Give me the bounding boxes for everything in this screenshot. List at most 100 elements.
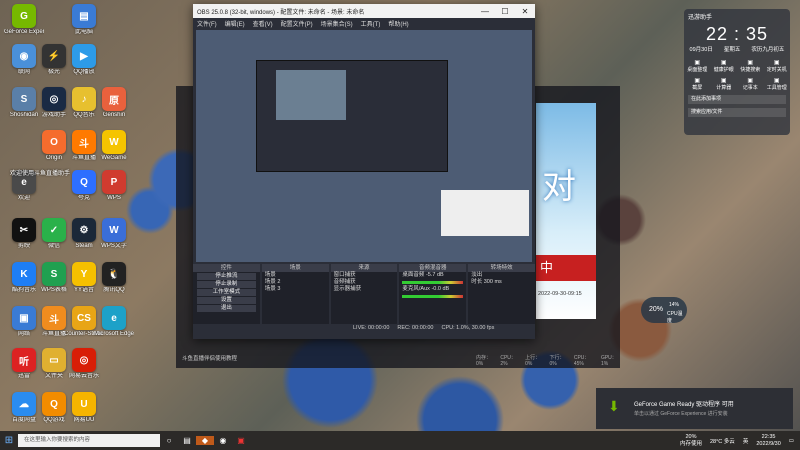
scene-item[interactable]: 场景 — [262, 272, 329, 279]
close-icon[interactable]: ✕ — [515, 7, 535, 16]
source-item[interactable]: 窗口捕获 — [331, 272, 398, 279]
desktop-icon-label: 此电脑 — [74, 29, 93, 35]
source-item[interactable]: 显示器捕获 — [331, 286, 398, 293]
controls-dock: 控件 停止推流 停止录制 工作室模式 设置 退出 — [193, 264, 260, 324]
transitions-dock: 转场特效 淡出 时长 300 ms — [468, 264, 535, 324]
maximize-icon[interactable]: ☐ — [495, 7, 515, 16]
app-icon: 斗 — [72, 130, 96, 154]
widget-app[interactable]: 桌面整理 — [684, 59, 711, 73]
widget-apps: 桌面整理健康护眼快捷搜索定时关机截屏计算器记事本工具管理 — [684, 59, 790, 91]
tray-lang[interactable]: 英 — [743, 437, 749, 445]
desktop-icon-label: GeForce Experience — [4, 29, 44, 35]
desktop-icon[interactable]: P WPS — [94, 170, 134, 202]
mixer-track[interactable]: 麦克风/Aux -0.0 dB — [399, 286, 466, 293]
obs-statusbar: LIVE: 00:00:00 REC: 00:00:00 CPU: 1.0%, … — [193, 325, 535, 335]
desktop-icon[interactable]: ▶ QQ播放 — [64, 44, 104, 76]
obs-titlebar[interactable]: OBS 25.0.8 (32-bit, windows) - 配置文件: 未命名… — [193, 4, 535, 18]
app-icon: ✂ — [12, 218, 36, 242]
desktop-icon[interactable]: 原 Genshin — [94, 87, 134, 119]
nested-notification — [441, 190, 529, 236]
app-icon: CS — [72, 306, 96, 330]
taskbar-search[interactable]: 在这里输入你要搜索的内容 — [18, 434, 160, 447]
status-rec: REC: 00:00:00 — [397, 325, 434, 331]
widget-app[interactable]: 计算器 — [711, 77, 738, 91]
obs-preview[interactable] — [196, 30, 532, 262]
app-icon: ◉ — [12, 44, 36, 68]
menu-item[interactable]: 帮助(H) — [388, 19, 408, 28]
control-button[interactable]: 工作室模式 — [197, 289, 256, 296]
app-icon: G — [12, 4, 36, 28]
download-icon: ⬇ — [608, 398, 620, 414]
tray-clock[interactable]: 22:35 2022/9/30 — [756, 434, 780, 448]
desktop-icon[interactable]: 🐧 腾讯QQ — [94, 262, 134, 294]
menu-item[interactable]: 场景集合(S) — [321, 19, 353, 28]
control-button[interactable]: 停止推流 — [197, 273, 256, 280]
scene-item[interactable]: 场景 3 — [262, 286, 329, 293]
desktop-icon[interactable]: GGeForce Experience — [4, 4, 44, 36]
desktop-icon-label: WeGame — [101, 155, 127, 161]
cpu-gauge[interactable]: 20% 14% CPU温度 — [641, 297, 687, 324]
tray-cpu: 20% 内存使用 — [679, 433, 702, 447]
widget-app[interactable]: 健康护眼 — [711, 59, 738, 73]
menu-item[interactable]: 工具(T) — [361, 19, 381, 28]
transition-duration[interactable]: 时长 300 ms — [468, 279, 535, 286]
footer-left: 斗鱼直播伴侣使用教程 — [182, 356, 238, 362]
windows-start-icon[interactable]: ⊞ — [0, 435, 18, 446]
app-icon: ⚡ — [42, 44, 66, 68]
track-db: -5.7 dB — [425, 272, 444, 278]
widget-note[interactable]: 在此添加事项 — [688, 95, 786, 104]
menu-item[interactable]: 文件(F) — [197, 19, 217, 28]
desktop-icon[interactable]: ◎ 网易云音乐 — [64, 348, 104, 380]
app-icon: W — [102, 130, 126, 154]
minimize-icon[interactable]: — — [475, 7, 495, 16]
promo-title: 对 — [542, 167, 576, 207]
scene-item[interactable]: 场景 2 — [262, 279, 329, 286]
notification-body: 单击以通过 GeForce Experience 进行安装 — [634, 411, 728, 417]
app-icon: S — [42, 262, 66, 286]
app-icon: U — [72, 392, 96, 416]
obs-task-icon[interactable]: ◉ — [214, 436, 232, 445]
desktop-icon[interactable]: ▤ 此电脑 — [64, 4, 104, 36]
desktop-icon[interactable]: U 网易UU — [64, 392, 104, 424]
menu-item[interactable]: 编辑(E) — [225, 19, 245, 28]
task-view-icon[interactable]: ○ — [160, 436, 178, 445]
widget-app[interactable]: 快捷搜索 — [737, 59, 764, 73]
widget-app[interactable]: 截屏 — [684, 77, 711, 91]
control-button[interactable]: 设置 — [197, 297, 256, 304]
menu-item[interactable]: 查看(V) — [253, 19, 273, 28]
desktop-icon[interactable]: e Microsoft Edge — [94, 306, 134, 338]
volume-meter — [402, 295, 464, 298]
status-cpu: CPU: 1.0%, 30.00 fps — [441, 325, 495, 331]
desktop-icon-label: WPS — [107, 195, 121, 201]
source-item[interactable]: 音频捕获 — [331, 279, 398, 286]
explorer-icon[interactable]: ▤ — [178, 436, 196, 445]
widget-search[interactable]: 搜索应用/文件 — [688, 108, 786, 117]
widget-clock: 22 : 35 — [705, 24, 769, 44]
notification-center-icon[interactable]: ▭ — [789, 438, 794, 444]
mixer-track[interactable]: 桌面音频 -5.7 dB — [399, 272, 466, 279]
tray-weather[interactable]: 28°C 多云 — [710, 437, 735, 445]
track-db: -0.0 dB — [431, 286, 450, 292]
app-icon: W — [102, 218, 126, 242]
widget-app[interactable]: 记事本 — [737, 77, 764, 91]
obs-window: OBS 25.0.8 (32-bit, windows) - 配置文件: 未命名… — [193, 4, 535, 339]
transition-type[interactable]: 淡出 — [468, 272, 535, 279]
gauge-mem: 14% — [669, 302, 680, 308]
widget-app[interactable]: 工具管理 — [764, 77, 791, 91]
app-icon: P — [102, 170, 126, 194]
desktop-icon[interactable]: W WPS文字 — [94, 218, 134, 250]
control-button[interactable]: 退出 — [197, 305, 256, 312]
geforce-notification[interactable]: ⬇ GeForce Game Ready 驱动程序 可用 单击以通过 GeFor… — [596, 388, 793, 429]
footer-stat: 内存：0% — [476, 355, 492, 367]
app-icon: Q — [42, 392, 66, 416]
menu-item[interactable]: 配置文件(P) — [281, 19, 313, 28]
desktop-icon[interactable]: W WeGame — [94, 130, 134, 162]
widget-app[interactable]: 定时关机 — [764, 59, 791, 73]
overlay-note: 欢迎使用斗鱼直播助手 — [10, 171, 71, 177]
game-promo-banner[interactable]: 对 中 2022-09-30-09:15 — [536, 103, 596, 319]
douyu-task-icon[interactable]: ◆ — [196, 436, 214, 445]
app-task-icon[interactable]: ▣ — [232, 436, 250, 445]
promo-red-button[interactable]: 中 — [536, 255, 596, 281]
control-button[interactable]: 停止录制 — [197, 281, 256, 288]
desktop-icon-label: Microsoft Edge — [94, 331, 134, 337]
